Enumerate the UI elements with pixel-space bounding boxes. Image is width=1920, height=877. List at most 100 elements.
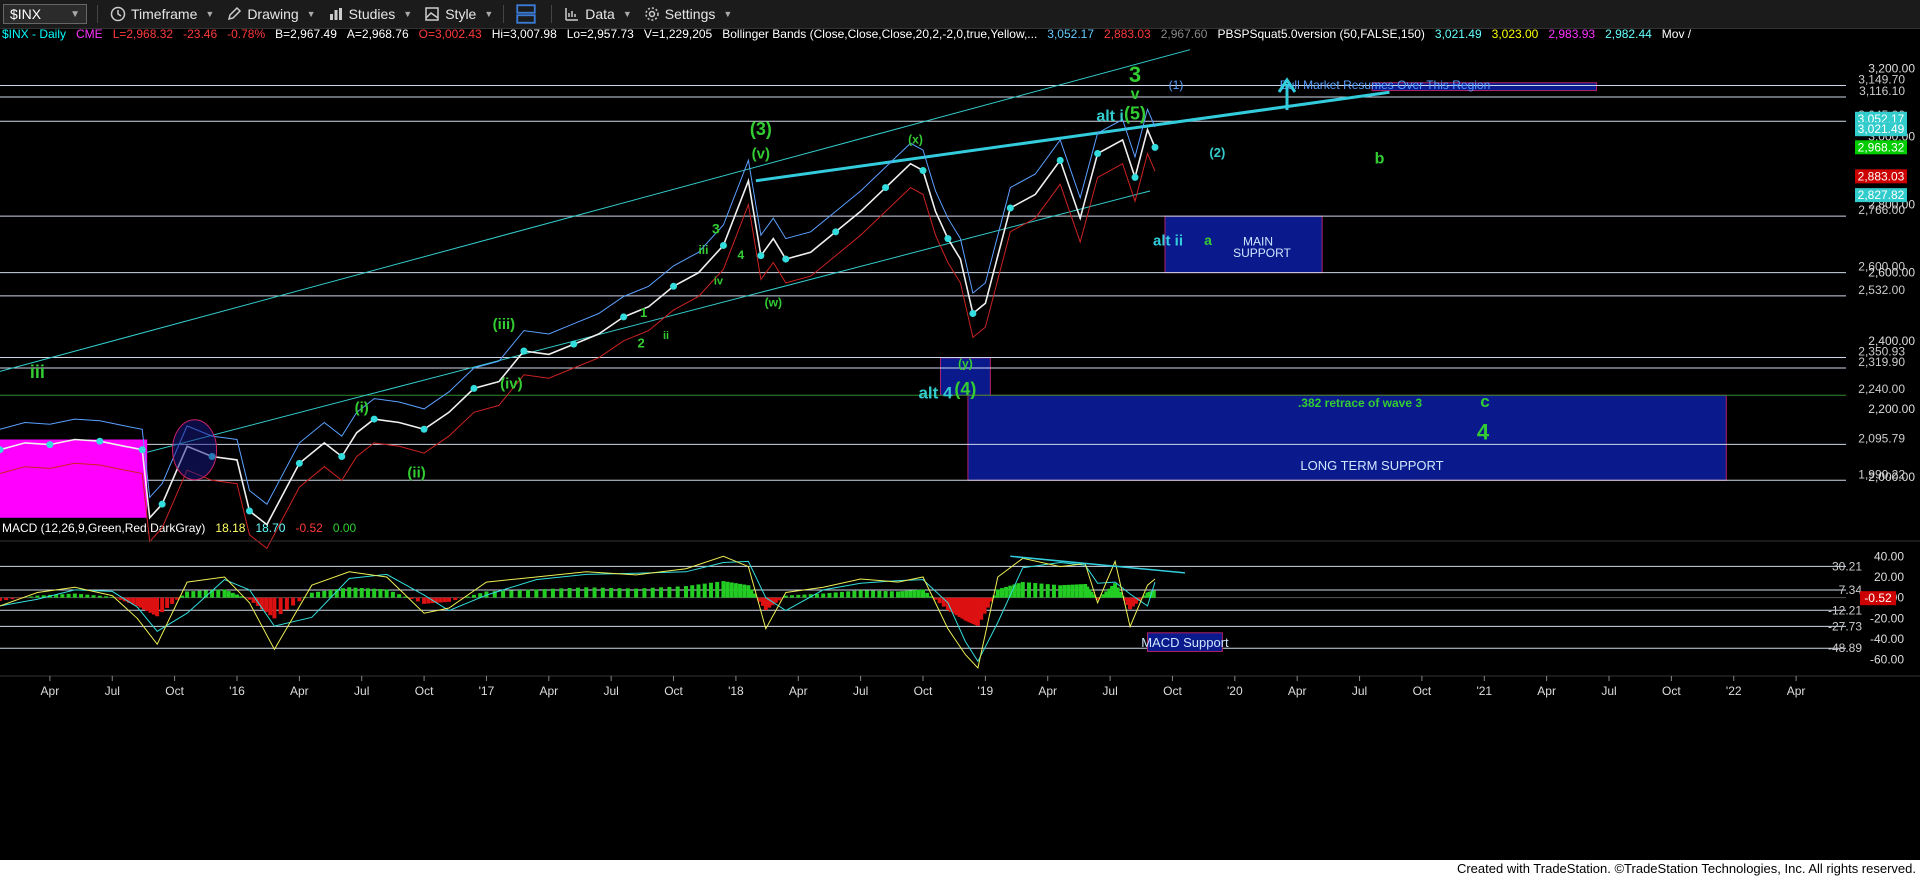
- macd-histogram-bar: [721, 581, 726, 598]
- macd-histogram-bar: [852, 590, 857, 598]
- macd-histogram-bar: [1074, 584, 1079, 598]
- studies-icon: [329, 8, 342, 20]
- macd-histogram-bar: [1062, 585, 1067, 598]
- time-axis-tick: Jul: [1352, 684, 1367, 698]
- macd-histogram-bar: [889, 591, 894, 598]
- dropdown-arrow-icon: ▼: [205, 9, 215, 19]
- wave-label: (v): [752, 146, 770, 163]
- wave-label: iii: [30, 362, 45, 382]
- macd-histogram-bar: [447, 597, 452, 602]
- price-tag-label: 2,968.32: [1858, 140, 1905, 154]
- macd-histogram-bar: [896, 591, 901, 598]
- macd-level-label: 7.34: [1839, 583, 1863, 597]
- dropdown-arrow-icon: ▼: [622, 9, 632, 19]
- macd-histogram-bar: [234, 594, 239, 598]
- wave-label: ii: [663, 330, 669, 342]
- wave-label: (y): [958, 356, 973, 370]
- data-menu[interactable]: Data ▼: [564, 6, 632, 22]
- chart-area[interactable]: $INX - Daily CME L=2,968.32 -23.46 -0.78% B=2…: [0, 28, 1920, 860]
- macd-histogram-bar: [625, 588, 630, 598]
- signal-dot: [138, 446, 146, 454]
- time-axis-tick: Oct: [1662, 684, 1681, 698]
- macd-histogram-bar: [1078, 584, 1083, 598]
- time-axis-tick: Apr: [1787, 684, 1806, 698]
- macd-level-label: 30.21: [1832, 559, 1862, 573]
- wave-label: (5): [1124, 103, 1146, 123]
- signal-dot: [1056, 156, 1064, 164]
- signal-dot: [1094, 150, 1102, 158]
- header-legend-item: V=1,229,205: [644, 28, 713, 41]
- wave-label: 3: [1129, 62, 1141, 87]
- macd-histogram-bar: [79, 594, 84, 598]
- drawing-menu[interactable]: Drawing ▼: [226, 6, 316, 22]
- signal-dot: [96, 437, 104, 445]
- data-label: Data: [585, 6, 615, 22]
- macd-histogram-bar: [268, 597, 273, 616]
- macd-histogram-bar: [397, 594, 402, 598]
- macd-histogram-bar: [509, 590, 514, 598]
- symbol-input[interactable]: $INX ▼: [3, 4, 87, 24]
- time-axis-tick: Apr: [1038, 684, 1057, 698]
- macd-histogram-bar: [609, 587, 614, 598]
- macd-histogram-bar: [347, 587, 352, 598]
- dropdown-arrow-icon: ▼: [403, 9, 413, 19]
- macd-histogram-bar: [278, 597, 283, 615]
- macd-histogram-bar: [790, 595, 795, 598]
- macd-histogram-bar: [846, 591, 851, 598]
- macd-histogram-bar: [1039, 583, 1044, 598]
- macd-histogram-bar: [634, 588, 639, 598]
- dropdown-arrow-icon: ▼: [723, 9, 733, 19]
- macd-axis-tick: -20.00: [1870, 611, 1904, 625]
- time-axis-tick: '21: [1476, 684, 1492, 698]
- header-legend-item: -0.78%: [227, 28, 265, 41]
- macd-histogram-bar: [359, 588, 364, 598]
- studies-menu[interactable]: Studies ▼: [328, 6, 413, 22]
- macd-histogram-bar: [1033, 583, 1038, 598]
- macd-level-label: -27.73: [1828, 619, 1862, 633]
- dropdown-arrow-icon: ▼: [484, 9, 494, 19]
- macd-histogram-bar: [617, 588, 622, 598]
- header-legend-item: Hi=3,007.98: [492, 28, 557, 41]
- zone-label: a: [1204, 232, 1212, 248]
- time-axis-tick: Jul: [1601, 684, 1616, 698]
- layout-button[interactable]: [516, 4, 541, 24]
- time-axis-tick: Oct: [165, 684, 184, 698]
- macd-histogram-bar: [353, 587, 358, 598]
- macd-histogram-bar: [409, 597, 414, 600]
- macd-histogram-bar: [995, 589, 1000, 598]
- price-axis-tick: 2,200.00: [1868, 402, 1915, 416]
- macd-histogram-bar: [1016, 583, 1021, 598]
- toolbar-separator: [97, 5, 98, 23]
- dropdown-arrow-icon: ▼: [306, 9, 316, 19]
- macd-histogram-bar: [925, 592, 930, 598]
- wave-label: 2: [637, 336, 644, 351]
- macd-histogram-bar: [247, 597, 252, 600]
- macd-histogram-bar: [777, 597, 782, 601]
- header-legend-item: O=3,002.43: [419, 28, 482, 41]
- signal-dot: [570, 340, 578, 348]
- macd-histogram-bar: [0, 597, 2, 601]
- macd-histogram-bar: [378, 589, 383, 598]
- time-axis-tick: Apr: [290, 684, 309, 698]
- header-legend-item: 2,983.93: [1548, 28, 1595, 41]
- macd-histogram-bar: [684, 586, 689, 598]
- wave-label: (ii): [407, 465, 425, 482]
- signal-dot: [919, 167, 927, 175]
- header-legend-item: B=2,967.49: [275, 28, 337, 41]
- zone-label: alt ii: [1153, 232, 1183, 249]
- macd-histogram-bar: [650, 587, 655, 598]
- timeframe-menu[interactable]: Timeframe ▼: [110, 6, 214, 22]
- price-level-label: 2,095.79: [1858, 431, 1905, 445]
- macd-histogram-bar: [542, 589, 547, 598]
- signal-dot: [1006, 204, 1014, 212]
- signal-dot: [832, 228, 840, 236]
- macd-histogram-bar: [877, 590, 882, 598]
- style-menu[interactable]: Style ▼: [424, 6, 493, 22]
- settings-menu[interactable]: Settings ▼: [644, 6, 733, 22]
- gear-icon: [645, 7, 659, 21]
- macd-level-label: -12.21: [1828, 603, 1862, 617]
- macd-histogram-bar: [708, 582, 713, 598]
- macd-histogram-bar: [85, 594, 90, 598]
- price-level-label: 2,240.00: [1858, 382, 1905, 396]
- macd-histogram-bar: [453, 597, 458, 601]
